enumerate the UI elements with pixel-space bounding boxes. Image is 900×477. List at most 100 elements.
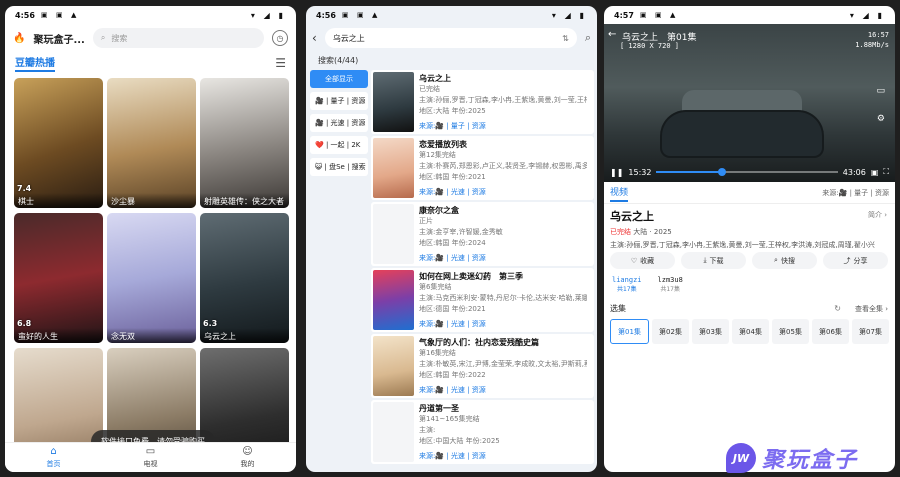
result-region: 地区:韩国 年份:2021 [419,173,486,181]
nav-home[interactable]: ⌂ 首页 [5,443,102,472]
status-bar: 4:56 ▣ ▣ ▲ ▾ ◢ ▮ [5,6,296,24]
poster-caption: 沙尘暴 [107,193,196,208]
video-player[interactable]: ← 乌云之上 第01集 [ 1280 X 720 ] 16:57 1.88Mb/… [604,24,895,182]
result-sources[interactable]: 来源:🎥 | 光速 | 资源 [419,451,587,461]
result-sources[interactable]: 来源:🎥 | 光速 | 资源 [419,253,587,263]
source-lines: liangzi 共17集 lzm3u8 共17集 [612,276,683,293]
status-bar: 4:57 ▣ ▣ ▲ ▾ ◢ ▮ [604,6,895,24]
search-input[interactable]: ⌕ 搜索 [92,28,264,48]
system-icons: ▾ ◢ ▮ [250,10,286,20]
poster-card[interactable]: 沙尘暴 [107,78,196,208]
episode-button[interactable]: 第04集 [732,319,769,344]
intro-link[interactable]: 简介 › [868,210,887,220]
list-item[interactable]: 丹道第一圣 第141~165集完结 主演: 地区:中国大陆 年份:2025 来源… [371,400,594,464]
filter-source[interactable]: 😺 | 盘Se | 搜索 [310,158,368,176]
result-sources[interactable]: 来源:🎥 | 光速 | 资源 [419,187,587,197]
phone-home: 4:56 ▣ ▣ ▲ ▾ ◢ ▮ 🔥 聚玩盒子... ⌕ 搜索 ◷ 豆瓣热播 ☰… [5,6,296,472]
result-list: 乌云之上 已完结 主演:孙俪,罗晋,丁冠森,李小冉,王紫逸,黄曼,刘一莹,王梓权… [371,70,594,464]
refresh-icon[interactable]: ↻ [834,304,841,313]
search-icon: ⌕ [774,256,778,264]
view-all-link[interactable]: 查看全集 › [855,304,888,314]
result-status: 第141~165集完结 [419,415,480,423]
tab-line-lzm3u8[interactable]: lzm3u8 共17集 [658,276,683,293]
poster-card[interactable]: 6.3 乌云之上 [200,213,289,343]
pip-icon[interactable]: ▣ [871,168,879,177]
filter-all[interactable]: 全部显示 [310,70,368,88]
result-sources[interactable]: 来源:🎥 | 量子 | 资源 [419,121,587,131]
download-label: 下载 [709,256,724,265]
history-icon[interactable]: ◷ [272,30,288,46]
line-count: 共17集 [660,286,680,293]
nav-mine-label: 我的 [240,460,255,468]
result-status: 已完结 [419,85,440,93]
list-item[interactable]: 恋爱播放列表 第12集完结 主演:朴赛芮,郑恩彩,卢正义,裴贤圣,李锡赫,权恩彬… [371,136,594,200]
poster-caption: 射雕英雄传：侠之大者 [200,193,289,208]
favorite-label: 收藏 [640,256,655,265]
episode-button[interactable]: 第06集 [812,319,849,344]
result-region: 地区:韩国 年份:2022 [419,371,486,379]
section-title[interactable]: 豆瓣热播 [15,54,55,72]
result-title: 康奈尔之盒 [419,206,459,215]
back-arrow-icon[interactable]: ‹ [312,31,317,45]
poster-grid: 7.4 棋士 沙尘暴 射雕英雄传：侠之大者 6.8 蛮好的人生 念无双 6.3 … [14,78,289,472]
notification-icons: ▣ ▣ ▲ [341,11,381,19]
nav-mine[interactable]: ☺ 我的 [199,443,296,472]
result-status: 第6集完结 [419,283,452,291]
poster-card[interactable]: 7.4 棋士 [14,78,103,208]
poster-card[interactable]: 6.8 蛮好的人生 [14,213,103,343]
list-item[interactable]: 气象厅的人们：社内恋爱残酷史篇 第16集完结 主演:朴敏英,宋江,尹博,金莹荣,… [371,334,594,398]
fullscreen-icon[interactable]: ⛶ [883,167,889,177]
episode-button[interactable]: 第03集 [692,319,729,344]
result-title: 恋爱播放列表 [419,140,467,149]
tab-line-liangzi[interactable]: liangzi 共17集 [612,276,642,293]
share-label: 分享 [853,256,868,265]
list-item[interactable]: 乌云之上 已完结 主演:孙俪,罗晋,丁冠森,李小冉,王紫逸,黄曼,刘一莹,王梓权… [371,70,594,134]
menu-icon[interactable]: ☰ [275,56,286,70]
poster-caption: 蛮好的人生 [14,328,103,343]
clock-text: 16:57 [867,31,889,39]
system-icons: ▾ ◢ ▮ [551,10,587,20]
result-sources[interactable]: 来源:🎥 | 光速 | 资源 [419,319,587,329]
pause-icon[interactable]: ❚❚ [610,168,623,177]
seek-bar[interactable] [656,168,838,176]
result-thumbnail [373,402,414,462]
tv-icon: ▭ [145,446,156,457]
share-icon: ⤴ [843,256,851,265]
nav-tv[interactable]: ▭ 电视 [102,443,199,472]
search-input[interactable]: 乌云之上 ⇅ [324,28,577,48]
sort-icon[interactable]: ⇅ [562,34,569,43]
episode-button[interactable]: 第01集 [610,319,649,344]
poster-card[interactable]: 射雕英雄传：侠之大者 [200,78,289,208]
share-button[interactable]: ⤴ 分享 [823,252,888,269]
tab-video[interactable]: 视频 [610,183,629,202]
episode-button[interactable]: 第05集 [772,319,809,344]
search-icon: ⌕ [100,33,106,42]
seek-handle[interactable] [717,168,726,176]
poster-rating: 7.4 [17,184,32,193]
episode-button[interactable]: 第02集 [652,319,689,344]
quick-search-button[interactable]: ⌕ 快搜 [752,252,817,269]
chat-icon[interactable]: ▭ [876,86,885,96]
quick-search-label: 快搜 [780,256,795,265]
result-cast: 主演:孙俪,罗晋,丁冠森,李小冉,王紫逸,黄曼,刘一莹,王梓权 [419,96,587,104]
result-cast: 主演: [419,426,436,434]
result-status: 第16集完结 [419,349,456,357]
filter-source[interactable]: 🎥 | 光速 | 资源 [310,114,368,132]
poster-caption: 念无双 [107,328,196,343]
download-button[interactable]: ⤓ 下载 [681,252,746,269]
filter-source[interactable]: ❤️ | 一起 | 2K [310,136,368,154]
episode-button[interactable]: 第07集 [852,319,889,344]
result-status: 正片 [419,217,433,225]
favorite-button[interactable]: ♡ 收藏 [610,252,675,269]
poster-card[interactable]: 念无双 [107,213,196,343]
list-item[interactable]: 康奈尔之盒 正片 主演:金亨宰,许智媛,金秀敏 地区:韩国 年份:2024 来源… [371,202,594,266]
result-sources[interactable]: 来源:🎥 | 光速 | 资源 [419,385,587,395]
back-arrow-icon[interactable]: ← [608,29,616,40]
result-title: 丹道第一圣 [419,404,459,413]
filter-source[interactable]: 🎥 | 量子 | 资源 [310,92,368,110]
search-icon[interactable]: ⌕ [585,31,591,45]
settings-icon[interactable]: ⚙ [877,114,885,124]
source-label[interactable]: 来源:🎥 | 量子 | 资源 [822,188,889,198]
finished-badge: 已完结 [610,228,631,236]
list-item[interactable]: 如何在网上卖迷幻药 第三季 第6集完结 主演:马克西米利安·蒙特,丹尼尔·卡伦,… [371,268,594,332]
